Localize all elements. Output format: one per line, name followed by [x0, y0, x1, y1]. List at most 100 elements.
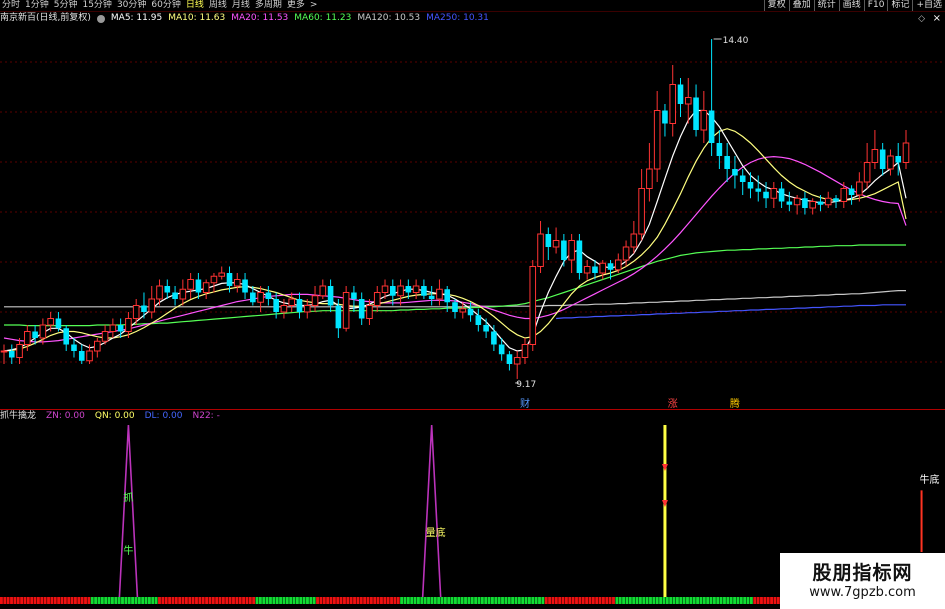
- signal-strip-cell: [147, 597, 151, 604]
- candle: [840, 182, 848, 208]
- stock-chart-canvas[interactable]: 14.409.17财涨腾抓牛量底牛底: [0, 0, 945, 609]
- indicator-settings-icon[interactable]: [96, 14, 105, 23]
- signal-strip-cell: [171, 597, 175, 604]
- candle-body: [179, 288, 187, 300]
- candle: [210, 273, 218, 293]
- period-tab[interactable]: 更多: [285, 0, 308, 11]
- period-tab[interactable]: 日线: [184, 0, 207, 11]
- candle-body: [389, 286, 396, 296]
- signal-strip-cell: [322, 597, 326, 604]
- signal-strip-cell: [316, 597, 319, 604]
- candle-body: [351, 292, 357, 299]
- candle-body: [778, 188, 785, 202]
- signal-strip-cell: [723, 597, 726, 604]
- diamond-icon[interactable]: ◇: [918, 14, 925, 24]
- candle: [833, 195, 839, 208]
- candle-body: [117, 325, 124, 332]
- signal-strip-cell: [262, 597, 266, 604]
- candle: [257, 286, 264, 312]
- candle-body: [63, 328, 70, 345]
- candle: [483, 318, 489, 338]
- period-tab[interactable]: 分时: [0, 0, 23, 11]
- signal-strip-cell: [464, 597, 467, 604]
- candle-body: [630, 233, 638, 248]
- period-tab[interactable]: 月线: [230, 0, 253, 11]
- signal-strip-cell: [228, 597, 232, 604]
- period-tab[interactable]: 周线: [207, 0, 230, 11]
- candle-body: [708, 110, 715, 143]
- qn-marker: [661, 500, 668, 507]
- indicator-title: 抓牛擒龙: [0, 411, 37, 421]
- signal-strip-cell: [151, 597, 155, 604]
- signal-strip-cell: [601, 597, 605, 604]
- close-icon[interactable]: ×: [933, 13, 941, 24]
- signal-strip-cell: [511, 597, 515, 604]
- signal-strip-cell: [440, 597, 444, 604]
- signal-strip-cell: [541, 597, 545, 604]
- candle-body: [94, 340, 101, 352]
- period-tab[interactable]: 30分钟: [115, 0, 149, 11]
- period-tab[interactable]: 60分钟: [149, 0, 183, 11]
- signal-strip-cell: [312, 597, 316, 604]
- toolbar-button[interactable]: 标记: [887, 0, 912, 11]
- signal-strip-cell: [396, 597, 400, 604]
- period-tab[interactable]: 5分钟: [52, 0, 81, 11]
- signal-strip-cell: [749, 597, 753, 604]
- signal-strip-cell: [575, 597, 578, 604]
- candle-body: [599, 262, 607, 274]
- candle: [770, 182, 778, 208]
- signal-strip-cell: [302, 597, 306, 604]
- toolbar-button[interactable]: F10: [863, 0, 888, 11]
- toolbar-button[interactable]: 叠加: [788, 0, 814, 11]
- candle-body: [288, 298, 296, 306]
- candle: [552, 227, 560, 254]
- candle: [16, 338, 23, 364]
- candle-body: [856, 181, 863, 196]
- signal-strip-cell: [561, 597, 565, 604]
- toolbar-button[interactable]: 统计: [813, 0, 839, 11]
- candle-body: [833, 198, 839, 202]
- signal-strip-cell: [181, 597, 185, 604]
- candle: [646, 143, 653, 202]
- candle-body: [39, 324, 47, 339]
- candle: [506, 351, 513, 371]
- more-chevron-icon[interactable]: >: [308, 0, 318, 11]
- signal-strip-cell: [638, 597, 642, 604]
- signal-strip-cell: [524, 597, 528, 604]
- signal-strip-cell: [211, 597, 215, 604]
- signal-strip-cell: [417, 597, 420, 604]
- candle-body: [428, 295, 435, 299]
- signal-strip-cell: [706, 597, 710, 604]
- candle: [436, 279, 443, 306]
- signal-strip-cell: [238, 597, 242, 604]
- candle-body: [809, 201, 816, 209]
- candle: [693, 84, 699, 137]
- indicator-legend-item: DL: 0.00: [144, 411, 183, 421]
- signal-strip-cell: [279, 597, 282, 604]
- signal-strip-cell: [686, 597, 689, 604]
- signal-strip-cell: [490, 597, 494, 604]
- period-tab[interactable]: 15分钟: [80, 0, 114, 11]
- toolbar-button[interactable]: +自选: [912, 0, 945, 11]
- signal-strip-cell: [57, 597, 61, 604]
- toolbar-button[interactable]: 复权: [763, 0, 789, 11]
- signal-strip-cell: [26, 597, 30, 604]
- signal-strip-cell: [514, 597, 518, 604]
- signal-strip-cell: [60, 597, 64, 604]
- signal-strip-cell: [588, 597, 592, 604]
- signal-strip-cell: [578, 597, 582, 604]
- signal-strip-cell: [205, 597, 209, 604]
- signal-strip-cell: [90, 597, 94, 604]
- candle-body: [311, 295, 319, 306]
- signal-strip-cell: [218, 597, 222, 604]
- signal-strip-cell: [292, 597, 296, 604]
- candle: [109, 318, 117, 338]
- candle-body: [638, 188, 645, 235]
- candle-body: [381, 285, 389, 293]
- toolbar-button[interactable]: 画线: [838, 0, 864, 11]
- period-tab[interactable]: 多周期: [253, 0, 285, 11]
- period-tab[interactable]: 1分钟: [23, 0, 52, 11]
- candle: [373, 286, 381, 312]
- signal-strip-cell: [622, 597, 626, 604]
- signal-strip-cell: [191, 597, 195, 604]
